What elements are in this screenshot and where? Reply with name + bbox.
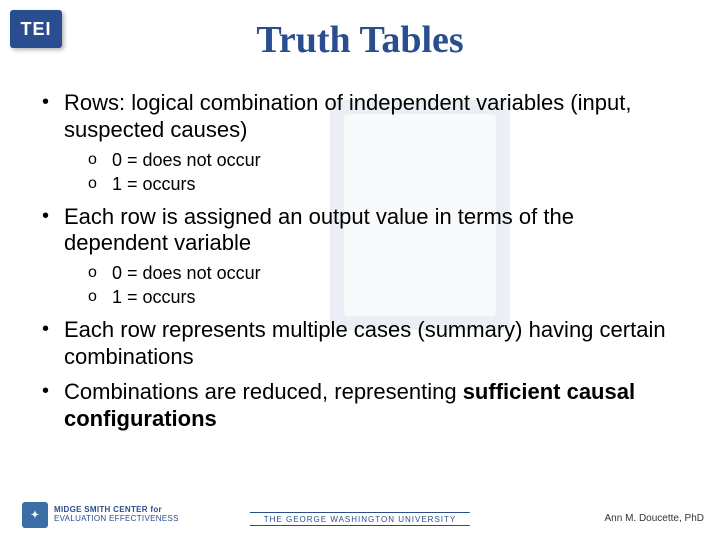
bullet-text-prefix: Combinations are reduced, representing — [64, 379, 463, 404]
footer-left-line2: EVALUATION EFFECTIVENESS — [54, 515, 179, 524]
slide-content: Rows: logical combination of independent… — [42, 90, 678, 440]
bullet-text: Rows: logical combination of independent… — [64, 90, 631, 142]
sub-bullet-item: 0 = does not occur — [64, 150, 678, 172]
sub-bullet-text: 1 = occurs — [112, 287, 196, 307]
midge-smith-icon: ✦ — [22, 502, 48, 528]
sub-bullet-list: 0 = does not occur 1 = occurs — [64, 263, 678, 309]
bullet-text: Each row is assigned an output value in … — [64, 204, 574, 256]
footer-center-university: THE GEORGE WASHINGTON UNIVERSITY — [250, 512, 470, 526]
bullet-item: Each row represents multiple cases (summ… — [42, 317, 678, 371]
footer-left-logo: ✦ MIDGE SMITH CENTER for EVALUATION EFFE… — [22, 502, 179, 528]
sub-bullet-text: 0 = does not occur — [112, 150, 261, 170]
slide-footer: ✦ MIDGE SMITH CENTER for EVALUATION EFFE… — [0, 490, 720, 532]
bullet-item: Rows: logical combination of independent… — [42, 90, 678, 196]
author-name: Ann M. Doucette, PhD — [605, 513, 705, 524]
sub-bullet-list: 0 = does not occur 1 = occurs — [64, 150, 678, 196]
slide-title: Truth Tables — [0, 18, 720, 62]
sub-bullet-item: 1 = occurs — [64, 287, 678, 309]
footer-right-author: Ann M. Doucette, PhD — [605, 513, 705, 524]
sub-bullet-text: 1 = occurs — [112, 174, 196, 194]
sub-bullet-item: 0 = does not occur — [64, 263, 678, 285]
midge-smith-text: MIDGE SMITH CENTER for EVALUATION EFFECT… — [54, 506, 179, 524]
sub-bullet-text: 0 = does not occur — [112, 263, 261, 283]
bullet-list: Rows: logical combination of independent… — [42, 90, 678, 432]
bullet-item: Combinations are reduced, representing s… — [42, 379, 678, 433]
sub-bullet-item: 1 = occurs — [64, 174, 678, 196]
bullet-item: Each row is assigned an output value in … — [42, 204, 678, 310]
bullet-text: Each row represents multiple cases (summ… — [64, 317, 666, 369]
